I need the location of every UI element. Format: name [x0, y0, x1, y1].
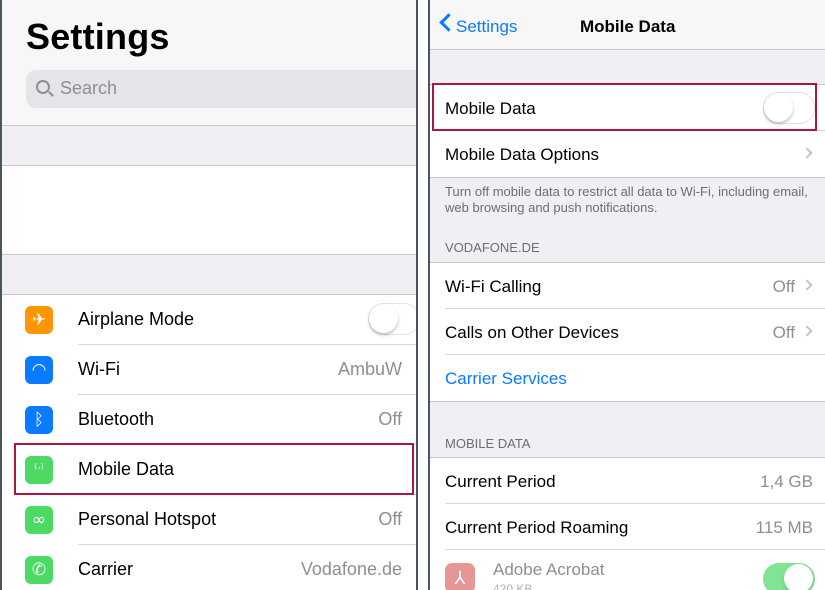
airplane-icon: ✈: [25, 306, 53, 334]
row-value: Vodafone.de: [300, 559, 402, 579]
nav-title: Mobile Data: [580, 17, 676, 36]
row-label: Personal Hotspot: [78, 509, 217, 529]
navigation-bar: Settings Mobile Data: [430, 0, 825, 50]
search-placeholder: Search: [60, 78, 118, 98]
mobile-data-group: Mobile Data Mobile Data Options: [430, 84, 825, 178]
profile-banner[interactable]: [2, 165, 416, 255]
row-value: Off: [378, 509, 402, 529]
row-label: Calls on Other Devices: [445, 323, 619, 342]
current-period-row: Current Period 1,4 GB: [430, 458, 825, 504]
settings-header: Settings Search: [2, 0, 416, 126]
settings-row-bluetooth[interactable]: ᛒ Bluetooth Off: [2, 395, 416, 445]
settings-list: ✈ Airplane Mode ◠ Wi-Fi AmbuW ᛒ Bluetoot…: [2, 294, 416, 590]
row-label: Wi-Fi: [78, 359, 120, 379]
usage-group: Current Period 1,4 GB Current Period Roa…: [430, 457, 825, 590]
settings-row-mobile-data[interactable]: ⁽ᐧ⁾ Mobile Data: [2, 445, 416, 495]
row-label: Current Period: [445, 472, 556, 491]
acrobat-icon: ⅄: [445, 563, 475, 590]
toggle-knob: [764, 93, 793, 122]
panel-gap: [418, 0, 428, 590]
back-button[interactable]: Settings: [456, 17, 517, 37]
mobile-data-panel: Settings Mobile Data Mobile Data Mobile …: [428, 0, 825, 590]
wifi-icon: ◠: [25, 356, 53, 384]
chevron-right-icon: [801, 147, 813, 159]
carrier-group: Wi-Fi Calling Off Calls on Other Devices…: [430, 262, 825, 402]
row-value: 115 MB: [755, 518, 813, 537]
carrier-services-row[interactable]: Carrier Services: [430, 355, 825, 401]
row-label: Bluetooth: [78, 409, 155, 429]
back-chevron-icon[interactable]: [439, 13, 458, 32]
app-mobile-data-toggle[interactable]: [763, 563, 815, 590]
toggle-knob: [369, 304, 398, 333]
bluetooth-icon: ᛒ: [25, 406, 53, 434]
search-icon: [36, 80, 50, 94]
row-value: Off: [378, 409, 402, 429]
wifi-calling-row[interactable]: Wi-Fi Calling Off: [430, 263, 825, 309]
app-size: 420 KB: [493, 582, 533, 590]
toggle-knob: [784, 564, 813, 590]
current-period-roaming-row: Current Period Roaming 115 MB: [430, 504, 825, 550]
row-label: Mobile Data: [78, 459, 175, 479]
settings-row-carrier[interactable]: ✆ Carrier Vodafone.de: [2, 545, 416, 590]
calls-other-devices-row[interactable]: Calls on Other Devices Off: [430, 309, 825, 355]
settings-row-airplane-mode[interactable]: ✈ Airplane Mode: [2, 295, 416, 345]
chevron-right-icon: [801, 325, 813, 337]
phone-icon: ✆: [25, 556, 53, 584]
mobile-data-row[interactable]: Mobile Data: [430, 85, 825, 131]
row-label: Current Period Roaming: [445, 518, 629, 537]
settings-panel: Settings Search ✈ Airplane Mode ◠ Wi-Fi …: [0, 0, 418, 590]
antenna-icon: ⁽ᐧ⁾: [25, 456, 53, 484]
search-input[interactable]: Search: [26, 70, 416, 108]
section-header-carrier: VODAFONE.DE: [445, 240, 540, 255]
row-label: Airplane Mode: [78, 309, 195, 329]
row-label: Carrier: [78, 559, 134, 579]
row-value: AmbuW: [337, 359, 402, 379]
settings-row-wifi[interactable]: ◠ Wi-Fi AmbuW: [2, 345, 416, 395]
page-title: Settings: [26, 16, 170, 57]
app-row-adobe-acrobat: ⅄ Adobe Acrobat 420 KB: [430, 550, 825, 590]
app-name: Adobe Acrobat: [493, 560, 605, 579]
row-label: Wi-Fi Calling: [445, 277, 542, 296]
mobile-data-options-row[interactable]: Mobile Data Options: [430, 131, 825, 177]
mobile-data-note: Turn off mobile data to restrict all dat…: [445, 184, 808, 215]
mobile-data-toggle[interactable]: [763, 92, 815, 124]
settings-row-personal-hotspot[interactable]: ∞ Personal Hotspot Off: [2, 495, 416, 545]
row-label: Mobile Data Options: [445, 145, 600, 164]
hotspot-icon: ∞: [25, 506, 53, 534]
chevron-right-icon: [801, 279, 813, 291]
carrier-services-link[interactable]: Carrier Services: [445, 369, 567, 389]
row-value: 1,4 GB: [760, 472, 813, 491]
section-header-mobile-data: MOBILE DATA: [445, 436, 531, 451]
row-label: Mobile Data: [445, 99, 536, 118]
row-value: Off: [772, 323, 795, 342]
row-value: Off: [772, 277, 795, 296]
airplane-mode-toggle[interactable]: [368, 303, 416, 335]
